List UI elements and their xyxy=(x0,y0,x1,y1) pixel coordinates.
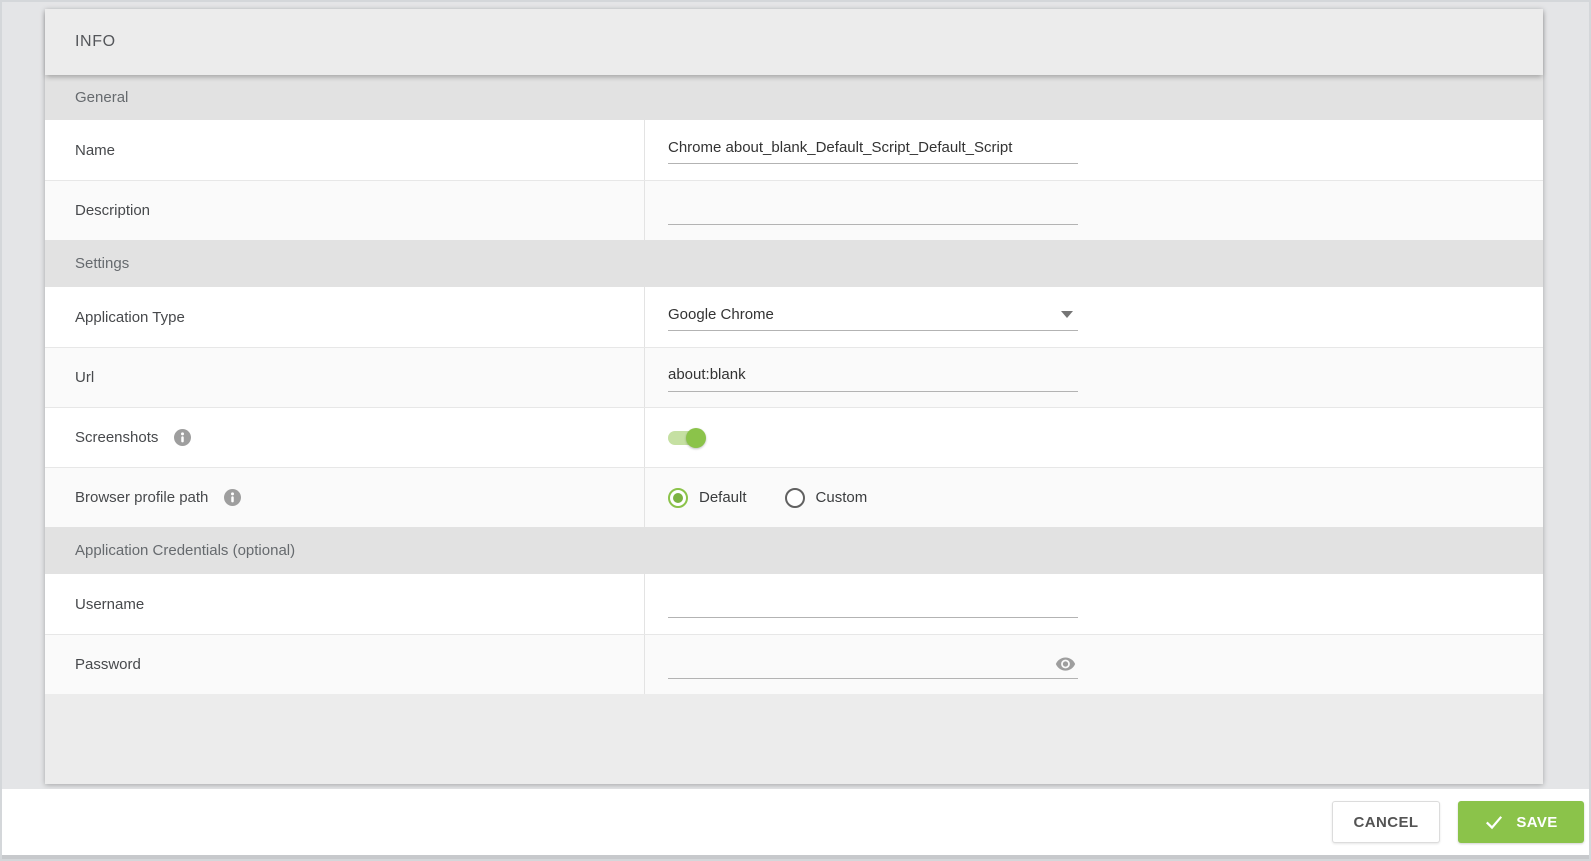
name-input[interactable] xyxy=(668,136,1078,164)
chevron-down-icon xyxy=(1061,311,1073,318)
url-row: Url xyxy=(45,347,1543,407)
toggle-knob xyxy=(686,428,706,448)
card-footer xyxy=(45,694,1543,784)
username-label: Username xyxy=(75,596,144,613)
radio-circle xyxy=(785,488,805,508)
screenshots-row: Screenshots xyxy=(45,407,1543,467)
info-icon[interactable] xyxy=(174,429,191,446)
url-input[interactable] xyxy=(668,364,1078,392)
name-value-cell xyxy=(645,120,1543,180)
save-button-label: SAVE xyxy=(1516,814,1557,831)
screenshots-toggle[interactable] xyxy=(668,428,706,448)
page-title: INFO xyxy=(75,33,116,51)
radio-circle xyxy=(668,488,688,508)
url-label: Url xyxy=(75,369,94,386)
browser-profile-path-value-cell: Default Custom xyxy=(645,468,1543,527)
eye-icon[interactable] xyxy=(1055,656,1076,672)
description-label: Description xyxy=(75,202,150,219)
application-type-label: Application Type xyxy=(75,309,185,326)
password-label: Password xyxy=(75,656,141,673)
url-label-cell: Url xyxy=(45,348,645,407)
radio-default[interactable]: Default xyxy=(668,488,747,508)
screenshots-label: Screenshots xyxy=(75,429,158,446)
radio-default-label: Default xyxy=(699,489,747,506)
radio-custom-label: Custom xyxy=(816,489,868,506)
section-title: Application Credentials (optional) xyxy=(75,542,295,559)
description-row: Description xyxy=(45,180,1543,240)
browser-profile-path-label-cell: Browser profile path xyxy=(45,468,645,527)
bottom-edge xyxy=(0,855,1591,861)
screenshots-value-cell xyxy=(645,408,1543,467)
cancel-button-label: CANCEL xyxy=(1354,814,1419,831)
password-row: Password xyxy=(45,634,1543,694)
browser-profile-path-row: Browser profile path Default Custom xyxy=(45,467,1543,527)
check-icon xyxy=(1484,814,1504,830)
section-header-general: General xyxy=(45,75,1543,120)
name-label-cell: Name xyxy=(45,120,645,180)
section-title: Settings xyxy=(75,255,129,272)
url-value-cell xyxy=(645,348,1543,407)
username-label-cell: Username xyxy=(45,574,645,634)
radio-dot xyxy=(673,493,683,503)
application-type-value-cell: Google Chrome xyxy=(645,287,1543,347)
application-type-selected-value: Google Chrome xyxy=(668,306,774,323)
application-type-label-cell: Application Type xyxy=(45,287,645,347)
save-button[interactable]: SAVE xyxy=(1458,801,1584,843)
password-input[interactable] xyxy=(668,651,1078,679)
name-row: Name xyxy=(45,120,1543,180)
username-row: Username xyxy=(45,574,1543,634)
browser-profile-path-label: Browser profile path xyxy=(75,489,208,506)
card-header: INFO xyxy=(45,9,1543,75)
password-field-wrap xyxy=(668,651,1078,679)
action-bar: CANCEL SAVE xyxy=(0,789,1591,855)
password-value-cell xyxy=(645,635,1543,694)
name-label: Name xyxy=(75,142,115,159)
info-card: INFO General Name Description Settings A… xyxy=(45,9,1543,784)
radio-custom[interactable]: Custom xyxy=(785,488,868,508)
screenshots-label-cell: Screenshots xyxy=(45,408,645,467)
section-header-settings: Settings xyxy=(45,240,1543,287)
username-value-cell xyxy=(645,574,1543,634)
browser-profile-path-radio-group: Default Custom xyxy=(668,488,867,508)
password-label-cell: Password xyxy=(45,635,645,694)
username-input[interactable] xyxy=(668,590,1078,618)
section-title: General xyxy=(75,89,128,106)
description-label-cell: Description xyxy=(45,181,645,240)
info-icon[interactable] xyxy=(224,489,241,506)
description-input[interactable] xyxy=(668,197,1078,225)
description-value-cell xyxy=(645,181,1543,240)
section-header-credentials: Application Credentials (optional) xyxy=(45,527,1543,574)
cancel-button[interactable]: CANCEL xyxy=(1332,801,1440,843)
application-type-select[interactable]: Google Chrome xyxy=(668,303,1078,331)
application-type-row: Application Type Google Chrome xyxy=(45,287,1543,347)
